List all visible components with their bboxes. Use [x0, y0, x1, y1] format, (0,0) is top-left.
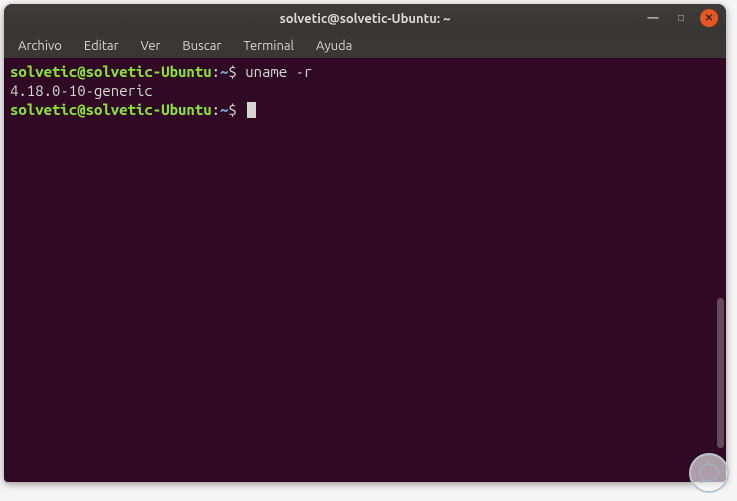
- close-button[interactable]: [700, 9, 718, 27]
- prompt-sep: :: [212, 63, 220, 80]
- prompt-user: solvetic@solvetic-Ubuntu: [10, 101, 212, 118]
- menu-ver[interactable]: Ver: [131, 37, 171, 55]
- minimize-button[interactable]: [644, 9, 662, 27]
- menu-ayuda[interactable]: Ayuda: [306, 37, 362, 55]
- chat-help-button[interactable]: [689, 453, 729, 493]
- terminal-window: solvetic@solvetic-Ubuntu: ~ Archivo Edit…: [4, 4, 726, 482]
- terminal-line: solvetic@solvetic-Ubuntu:~$ uname -r: [10, 62, 720, 81]
- menu-terminal[interactable]: Terminal: [233, 37, 304, 55]
- scrollbar[interactable]: [717, 298, 724, 448]
- maximize-button[interactable]: [672, 9, 690, 27]
- cursor-icon: [247, 102, 256, 118]
- terminal-body[interactable]: solvetic@solvetic-Ubuntu:~$ uname -r 4.1…: [4, 58, 726, 482]
- terminal-line: solvetic@solvetic-Ubuntu:~$: [10, 100, 720, 119]
- prompt-sigil: $: [228, 101, 245, 118]
- prompt-user: solvetic@solvetic-Ubuntu: [10, 63, 212, 80]
- titlebar[interactable]: solvetic@solvetic-Ubuntu: ~: [4, 4, 726, 34]
- window-title: solvetic@solvetic-Ubuntu: ~: [280, 12, 451, 26]
- menu-archivo[interactable]: Archivo: [8, 37, 72, 55]
- terminal-output: 4.18.0-10-generic: [10, 81, 720, 100]
- chat-icon: [698, 462, 720, 484]
- menu-editar[interactable]: Editar: [74, 37, 129, 55]
- menu-buscar[interactable]: Buscar: [172, 37, 231, 55]
- command-text: uname -r: [245, 63, 312, 80]
- window-controls: [644, 9, 718, 27]
- menubar: Archivo Editar Ver Buscar Terminal Ayuda: [4, 34, 726, 58]
- prompt-sep: :: [212, 101, 220, 118]
- prompt-sigil: $: [228, 63, 245, 80]
